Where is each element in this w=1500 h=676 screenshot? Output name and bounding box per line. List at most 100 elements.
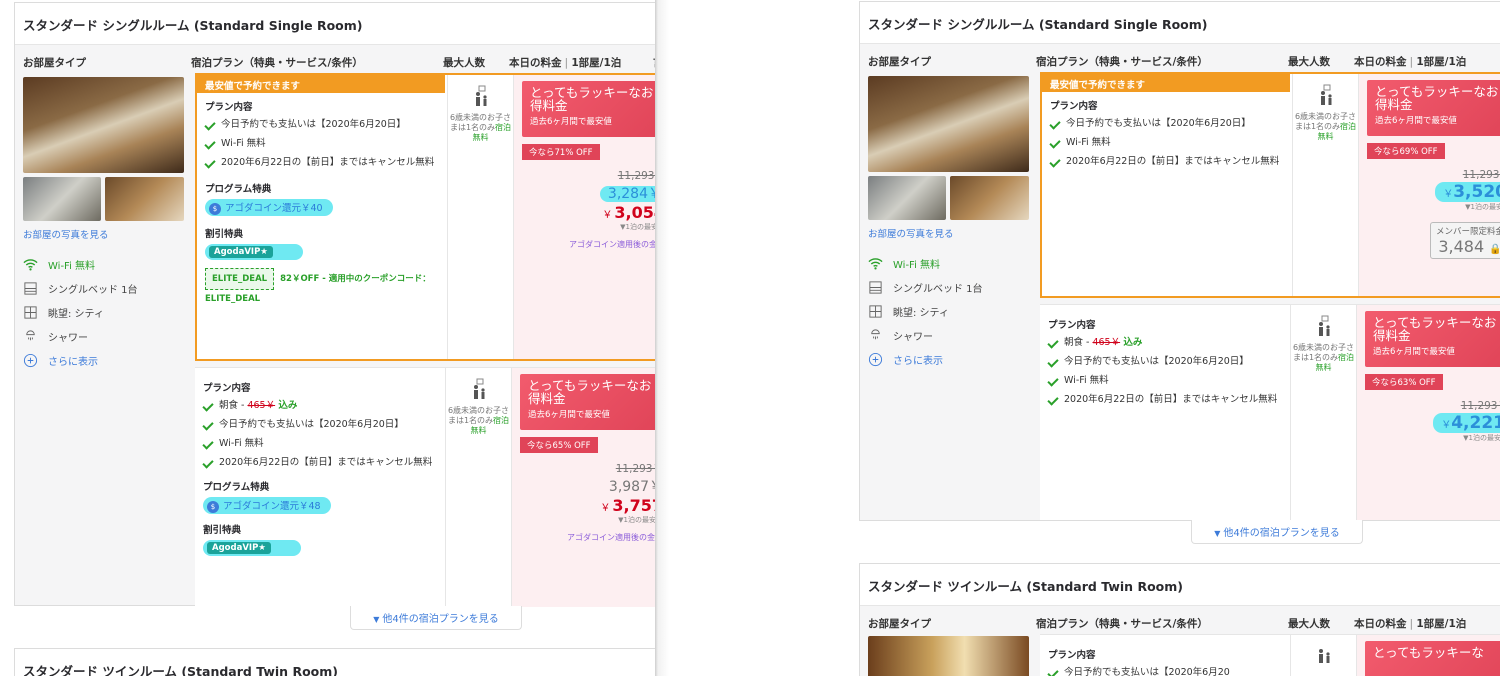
triangle-down-icon: ▼ [1214,529,1221,538]
plan-details: プラン内容 朝食 - 465￥ 込み 今日予約でも支払いは【2020年6月20日… [195,368,443,607]
amenity-bed: シングルベッド 1台 [23,281,138,296]
right-screenshot-panel: スタンダード シングルルーム (Standard Single Room) お部… [855,0,1500,676]
benefit-item: Wi-Fi 無料 [205,136,437,152]
lowest-note: ▼1泊の最安値 [618,516,655,524]
more-plans-button[interactable]: ▼ 他4件の宿泊プランを見る [350,606,522,630]
original-price: 11,293￥ [615,463,655,475]
benefit-item: 今日予約でも支払いは【2020年6月20日】 [205,117,437,133]
lucky-deal-banner: とってもラッキーなお得料金 過去6ヶ月間で最安値 [520,374,655,430]
plan-content-title: プラン内容 [205,102,253,113]
original-price: 11,293￥ [1462,169,1500,181]
room-photo-main[interactable] [868,636,1029,676]
room-photo-main[interactable] [868,76,1029,172]
max-guests-cell: 6歳未満のお子さまは1名のみ宿泊無料 [447,75,513,359]
room-photos-link[interactable]: お部屋の写真を見る [23,227,109,241]
amenity-view: 眺望: シティ [868,304,949,319]
room-title: スタンダード ツインルーム (Standard Twin Room) [860,564,1500,606]
max-guests-cell: 6歳未満のお子さまは1名のみ宿泊無料 [1290,305,1356,520]
room-photo-main[interactable] [23,77,184,173]
plan-details: プラン内容 朝食 - 465￥ 込み 今日予約でも支払いは【2020年6月20日… [1040,305,1288,520]
bed-icon [869,281,882,294]
benefit-item: 2020年6月22日の【前日】まではキャンセル無料 [1048,392,1280,408]
header-plan: 宿泊プラン（特典・サービス/条件） [1036,56,1208,68]
benefit-item: Wi-Fi 無料 [1050,135,1282,151]
lucky-deal-banner: とってもラッキーなお得料金 過去6ヶ月間で最安値 [522,81,655,137]
original-price: 11,293￥ [1460,400,1500,412]
header-max-guests: 最大人数 [1288,618,1330,630]
triangle-down-icon: ▼ [373,615,380,624]
program-benefit-title: プログラム特典 [205,184,272,195]
child-policy: 6歳未満のお子さまは1名のみ宿泊無料 [1292,343,1355,372]
window-icon [869,305,882,318]
benefit-item: 2020年6月22日の【前日】まではキャンセル無料 [205,155,437,171]
max-guests-cell: 6歳未満のお子さまは1名のみ宿泊無料 [445,368,511,607]
plus-circle-icon [23,353,38,368]
room-photo-thumb[interactable] [23,177,101,221]
amenity-bed: シングルベッド 1台 [868,280,983,295]
lowest-note: ▼1泊の最安値 [620,223,655,231]
lucky-deal-banner: とってもラッキーなお得料金 過去6ヶ月間で最安値 [1365,311,1500,367]
lucky-deal-banner: とってもラッキーなお得料金 過去6ヶ月間で最安値 [1367,80,1500,136]
room-photo-thumb[interactable] [868,176,946,220]
guests-icon [473,378,485,399]
header-max-guests: 最大人数 [1288,56,1330,68]
room-card-twin: スタンダード ツインルーム (Standard Twin Room) お部屋タイ… [859,563,1500,676]
member-price-box[interactable]: メンバー限定料金 3,484 🔒 [1430,222,1500,259]
rate-plan-best: 最安値で予約できます プラン内容 今日予約でも支払いは【2020年6月20日】 … [1040,72,1500,298]
room-photos-link[interactable]: お部屋の写真を見る [868,226,954,240]
price-cell: とってもラッキーな [1356,635,1500,676]
rate-plan-best: 最安値で予約できます プラン内容 今日予約でも支払いは【2020年6月20日】 … [195,73,655,361]
coin-icon: $ [209,203,221,215]
price-cell: とってもラッキーなお得料金 過去6ヶ月間で最安値 今なら71% OFF 11,29… [513,75,655,359]
show-more-amenities[interactable]: さらに表示 [868,352,943,367]
agoda-vip-badge: AgodaVIP★ [205,244,303,260]
final-price: ￥4,221 [1365,413,1500,433]
discount-badge: 今なら65% OFF [520,437,598,453]
plan-content-title: プラン内容 [1048,320,1096,331]
room-photo-thumb[interactable] [105,177,184,221]
rate-plan: プラン内容 今日予約でも支払いは【2020年6月20 とってもラッキーな [1040,634,1500,676]
discount-benefit-title: 割引特典 [203,525,242,536]
header-room-type: お部屋タイプ [23,57,86,69]
room-photo-thumb[interactable] [950,176,1029,220]
crossed-price: 3,284￥ [522,183,655,203]
program-benefit-title: プログラム特典 [203,482,270,493]
amenity-view: 眺望: シティ [23,305,104,320]
plus-circle-icon [868,352,883,367]
benefit-item: Wi-Fi 無料 [1048,373,1280,389]
header-room-type: お部屋タイプ [868,618,931,630]
guests-icon [475,85,487,106]
max-guests-cell [1290,635,1356,676]
lowest-note: ▼1泊の最安値 [1463,434,1500,442]
shower-icon [871,329,880,340]
plan-details: プラン内容 今日予約でも支払いは【2020年6月20 [1040,635,1288,676]
child-policy: 6歳未満のお子さまは1名のみ宿泊無料 [1294,112,1357,141]
benefit-item: 2020年6月22日の【前日】まではキャンセル無料 [1050,154,1282,170]
best-price-banner: 最安値で予約できます [1042,74,1290,92]
agoda-coin-badge: $ アゴダコイン還元￥40 [205,199,333,216]
room-card-single: スタンダード シングルルーム (Standard Single Room) お部… [859,1,1500,521]
amenity-wifi: Wi-Fi 無料 [23,257,95,272]
amenity-shower: シャワー [868,328,933,343]
more-plans-button[interactable]: ▼ 他4件の宿泊プランを見る [1191,520,1363,544]
rate-plan: プラン内容 朝食 - 465￥ 込み 今日予約でも支払いは【2020年6月20日… [1040,304,1500,520]
room-card-single: スタンダード シングルルーム (Standard Single Room) お部… [14,2,655,607]
discount-badge: 今なら63% OFF [1365,374,1443,390]
best-price-banner: 最安値で予約できます [197,75,445,93]
agoda-vip-badge: AgodaVIP★ [203,540,301,556]
coin-icon: $ [207,501,219,513]
breakfast-item: 朝食 - 465￥ 込み [1048,335,1280,351]
benefit-item: 今日予約でも支払いは【2020年6月20 [1048,665,1280,676]
benefit-item: Wi-Fi 無料 [203,436,435,452]
plan-content-title: プラン内容 [1048,650,1096,661]
plan-content-title: プラン内容 [203,383,251,394]
bed-icon [24,282,37,295]
header-price: 本日の料金 | 1部屋/1泊 [1354,56,1467,68]
price-cell: とってもラッキーなお得料金 過去6ヶ月間で最安値 今なら69% OFF 11,29… [1358,74,1500,296]
show-more-amenities[interactable]: さらに表示 [23,353,98,368]
child-policy: 6歳未満のお子さまは1名のみ宿泊無料 [449,113,512,142]
plan-content-title: プラン内容 [1050,101,1098,112]
final-price: ￥3,520 [1367,182,1500,202]
coupon-applied: ELITE_DEAL 82￥OFF - 適用中のクーポンコード：ELITE_DEA… [205,268,437,308]
wifi-icon [23,259,38,271]
